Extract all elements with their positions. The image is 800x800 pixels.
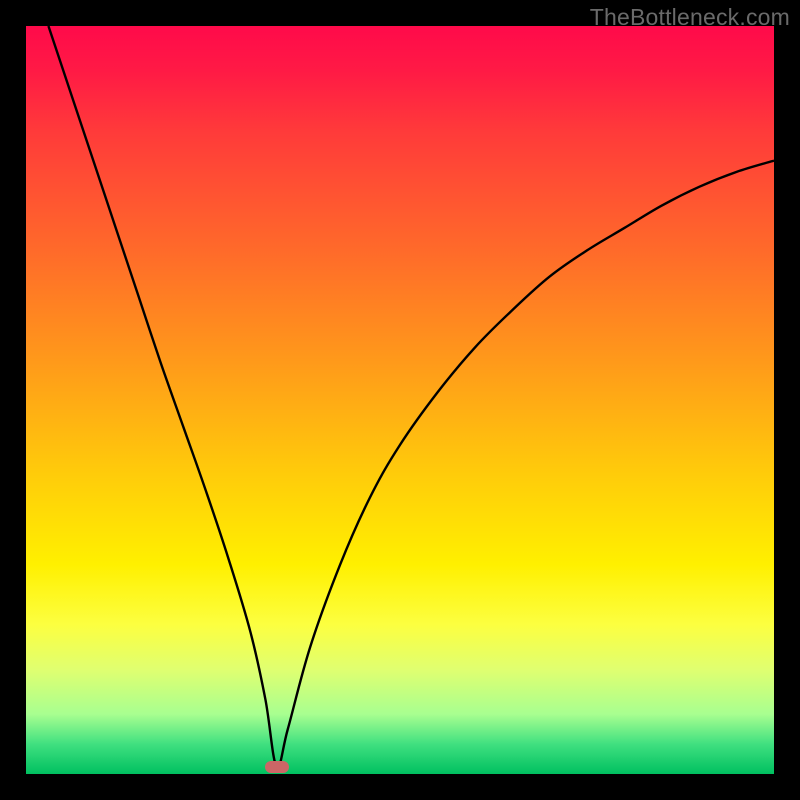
minimum-marker	[265, 761, 289, 773]
chart-plot-area	[26, 26, 774, 774]
curve-path	[48, 26, 774, 767]
bottleneck-curve	[26, 26, 774, 774]
watermark-text: TheBottleneck.com	[590, 4, 790, 31]
